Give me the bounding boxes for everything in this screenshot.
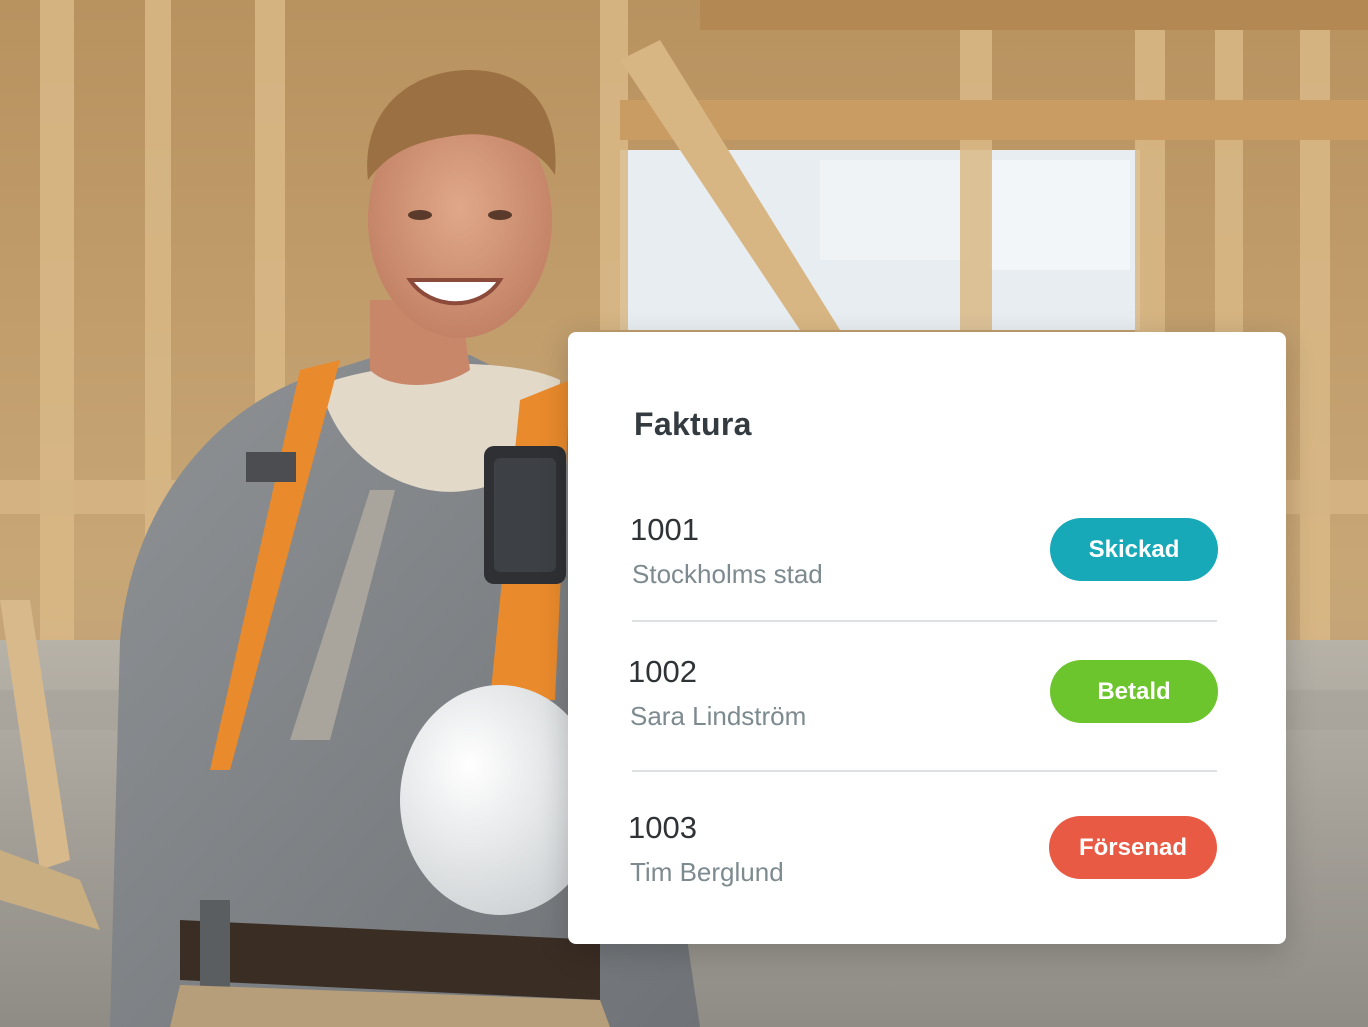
- card-title: Faktura: [634, 406, 752, 442]
- invoice-client: Stockholms stad: [632, 559, 823, 589]
- invoice-card: Faktura 1001 Stockholms stad Skickad 100…: [568, 332, 1286, 944]
- invoice-number: 1002: [628, 654, 697, 689]
- invoice-number: 1001: [630, 512, 699, 547]
- invoice-row[interactable]: 1003 Tim Berglund Försenad: [628, 810, 1217, 920]
- invoice-row[interactable]: 1002 Sara Lindström Betald: [628, 654, 1218, 764]
- row-divider: [632, 620, 1217, 622]
- invoice-client: Sara Lindström: [630, 701, 807, 731]
- invoice-number: 1003: [628, 810, 697, 845]
- status-badge-sent[interactable]: Skickad: [1050, 518, 1218, 581]
- row-divider: [632, 770, 1217, 772]
- status-badge-paid[interactable]: Betald: [1050, 660, 1218, 723]
- status-badge-overdue[interactable]: Försenad: [1049, 816, 1217, 879]
- invoice-client: Tim Berglund: [630, 857, 784, 887]
- invoice-row[interactable]: 1001 Stockholms stad Skickad: [630, 512, 1218, 622]
